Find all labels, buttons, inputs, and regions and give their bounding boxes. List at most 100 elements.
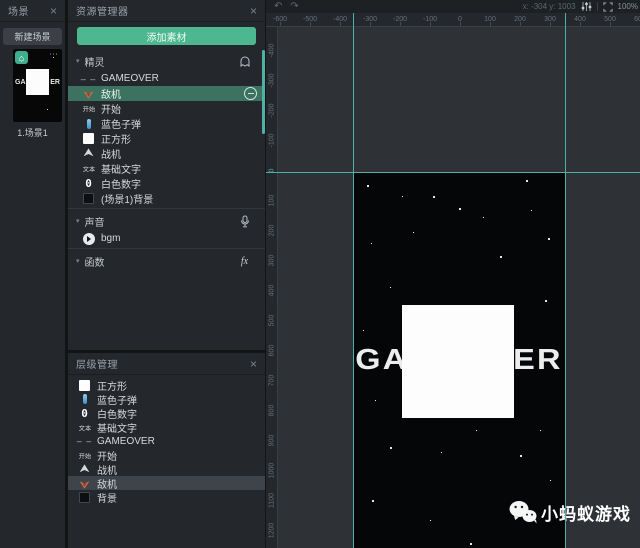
v-ruler-label: 200 bbox=[269, 218, 276, 244]
canvas-toolbar: ↶ ↷ x: -304 y: 1003 bbox=[266, 0, 640, 13]
star bbox=[545, 300, 547, 302]
layer-panel-header: 层级管理 × bbox=[68, 353, 265, 375]
star bbox=[371, 243, 372, 244]
sprite-icon-icon bbox=[238, 55, 251, 68]
start-text-icon: 开始 bbox=[82, 102, 95, 115]
v-ruler-label: 1100 bbox=[269, 488, 276, 514]
item-label: 敌机 bbox=[101, 86, 244, 101]
filter-sliders-icon[interactable] bbox=[581, 1, 592, 12]
editor-canvas[interactable]: GAMEOVER 小蚂蚁游戏 bbox=[278, 27, 640, 548]
scene-thumbnail[interactable]: ⌂ ⋯ GA ER bbox=[13, 49, 62, 122]
item-fighter-plane[interactable]: 战机 bbox=[68, 146, 265, 161]
stage-right-guide-line bbox=[565, 13, 566, 548]
star bbox=[470, 543, 472, 545]
item-digit-zero[interactable]: 0白色数字 bbox=[68, 406, 265, 420]
item-label: 正方形 bbox=[101, 131, 257, 146]
toolbar-right-group: x: -304 y: 1003 100% bbox=[523, 0, 638, 13]
item-label: GAMEOVER bbox=[97, 436, 257, 447]
star bbox=[21, 61, 22, 62]
new-scene-button[interactable]: 新建场景 bbox=[3, 28, 62, 45]
v-ruler-label: -300 bbox=[269, 68, 276, 94]
stage-area: ↶ ↷ x: -304 y: 1003 bbox=[266, 0, 640, 548]
v-ruler-label: 800 bbox=[269, 398, 276, 424]
text-glyph: 文本 bbox=[78, 422, 90, 431]
close-icon[interactable]: × bbox=[250, 358, 257, 370]
star bbox=[430, 520, 431, 521]
star bbox=[390, 287, 391, 288]
v-ruler-label: 1200 bbox=[269, 518, 276, 544]
star bbox=[47, 109, 48, 110]
white-square-sprite[interactable] bbox=[402, 305, 514, 418]
item-play[interactable]: bgm bbox=[68, 231, 265, 246]
star bbox=[459, 208, 461, 210]
section-mic[interactable]: ▾声音 bbox=[68, 211, 265, 231]
v-ruler-label: -200 bbox=[269, 98, 276, 124]
star bbox=[483, 217, 484, 218]
close-icon[interactable]: × bbox=[250, 5, 257, 17]
section-fx[interactable]: ▾函数fx bbox=[68, 251, 265, 271]
h-ruler-tick bbox=[610, 22, 611, 26]
section-sprite[interactable]: ▾精灵 bbox=[68, 51, 265, 71]
item-basic-text[interactable]: 文本基础文字 bbox=[68, 161, 265, 176]
item-digit-zero[interactable]: 0白色数字 bbox=[68, 176, 265, 191]
h-ruler-tick bbox=[490, 22, 491, 26]
h-ruler-tick bbox=[400, 22, 401, 26]
item-white-square[interactable]: 正方形 bbox=[68, 131, 265, 146]
star bbox=[476, 430, 477, 431]
scene-panel: 场景 × 新建场景 ⌂ ⋯ GA ER 1.场景1 bbox=[0, 0, 65, 548]
h-ruler-tick bbox=[430, 22, 431, 26]
dark-square-icon bbox=[78, 491, 91, 504]
resource-panel-title: 资源管理器 bbox=[76, 3, 129, 18]
item-label: 战机 bbox=[101, 146, 257, 161]
zero-glyph: 0 bbox=[81, 407, 88, 420]
item-white-square[interactable]: 正方形 bbox=[68, 378, 265, 392]
wechat-icon bbox=[508, 499, 538, 525]
item-start-text[interactable]: 开始开始 bbox=[68, 101, 265, 116]
star bbox=[550, 480, 551, 481]
dark-square-icon bbox=[82, 192, 95, 205]
scene-menu-icon[interactable]: ⋯ bbox=[49, 49, 59, 60]
item-start-text[interactable]: 开始开始 bbox=[68, 448, 265, 462]
basic-text-icon: 文本 bbox=[78, 421, 91, 434]
fit-screen-icon[interactable] bbox=[603, 2, 613, 12]
resource-manager-panel: 资源管理器 × 添加素材 ▾精灵– –GAMEOVER敌机开始开始蓝色子弹正方形… bbox=[68, 0, 265, 350]
scene-panel-header: 场景 × bbox=[0, 0, 65, 22]
game-stage[interactable]: GAMEOVER bbox=[353, 172, 565, 548]
item-dash[interactable]: – –GAMEOVER bbox=[68, 71, 265, 86]
item-label: 战机 bbox=[97, 462, 257, 477]
white-square-glyph bbox=[79, 380, 90, 391]
star bbox=[531, 210, 532, 211]
watermark-text: 小蚂蚁游戏 bbox=[541, 500, 631, 525]
add-material-button[interactable]: 添加素材 bbox=[77, 27, 256, 45]
thumb-white-square bbox=[26, 69, 49, 95]
resource-scrollbar-thumb[interactable] bbox=[262, 50, 265, 134]
blue-bullet-icon bbox=[78, 393, 91, 406]
fx-icon-icon: fx bbox=[238, 255, 251, 268]
remove-icon[interactable] bbox=[244, 87, 257, 100]
item-blue-bullet[interactable]: 蓝色子弹 bbox=[68, 392, 265, 406]
undo-icon[interactable]: ↶ bbox=[274, 2, 282, 12]
item-dark-square[interactable]: (场景1)背景 bbox=[68, 191, 265, 206]
item-blue-bullet[interactable]: 蓝色子弹 bbox=[68, 116, 265, 131]
star bbox=[433, 196, 435, 198]
star bbox=[402, 196, 403, 197]
stage-left-guide-line bbox=[353, 13, 354, 548]
item-enemy-plane[interactable]: 敌机 bbox=[68, 86, 265, 101]
item-dark-square[interactable]: 背景 bbox=[68, 490, 265, 504]
item-fighter-plane[interactable]: 战机 bbox=[68, 462, 265, 476]
item-enemy-plane[interactable]: 敌机 bbox=[68, 476, 265, 490]
h-ruler-tick bbox=[370, 22, 371, 26]
star bbox=[526, 180, 528, 182]
enemy-plane-icon bbox=[78, 477, 91, 490]
item-basic-text[interactable]: 文本基础文字 bbox=[68, 420, 265, 434]
redo-icon[interactable]: ↷ bbox=[290, 2, 298, 12]
close-icon[interactable]: × bbox=[50, 5, 57, 17]
h-ruler-tick bbox=[460, 22, 461, 26]
chevron-down-icon: ▾ bbox=[76, 57, 80, 65]
zero-glyph: 0 bbox=[85, 177, 92, 190]
item-dash[interactable]: – –GAMEOVER bbox=[68, 434, 265, 448]
item-label: 正方形 bbox=[97, 378, 257, 393]
h-ruler-tick bbox=[310, 22, 311, 26]
v-ruler-label: 900 bbox=[269, 428, 276, 454]
basic-text-icon: 文本 bbox=[82, 162, 95, 175]
